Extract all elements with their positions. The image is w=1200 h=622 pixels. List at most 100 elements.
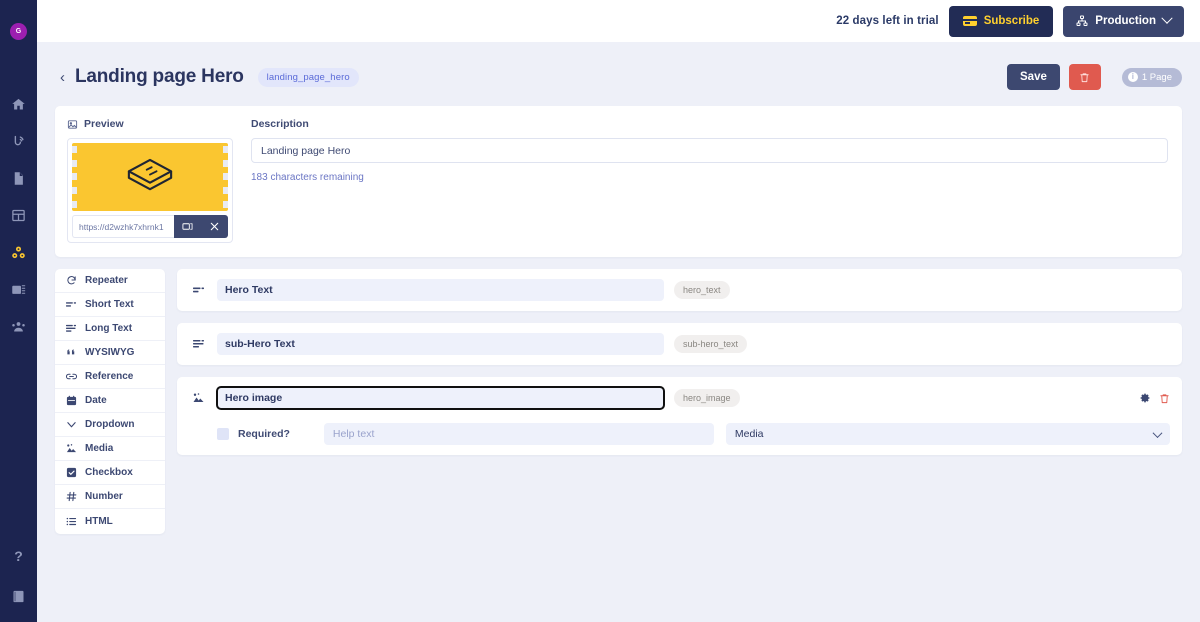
environment-selector[interactable]: Production bbox=[1063, 5, 1184, 37]
credit-card-icon bbox=[962, 16, 977, 26]
back-button[interactable]: ‹ bbox=[60, 70, 65, 85]
field-name-input[interactable] bbox=[216, 386, 665, 410]
field-delete-button[interactable] bbox=[1159, 392, 1170, 405]
sidebar-item-components[interactable] bbox=[0, 234, 37, 271]
field-name-input[interactable] bbox=[217, 279, 664, 301]
link-icon bbox=[65, 371, 77, 382]
pages-count-label: 1 Page bbox=[1141, 71, 1172, 83]
field-type-label: Checkbox bbox=[85, 467, 133, 478]
calendar-icon bbox=[65, 395, 77, 406]
field-slug-badge: hero_text bbox=[674, 281, 730, 299]
slug-badge: landing_page_hero bbox=[257, 67, 359, 87]
field-name-input[interactable] bbox=[217, 333, 664, 355]
short-text-icon bbox=[189, 284, 207, 296]
sidebar-item-media[interactable] bbox=[0, 271, 37, 308]
checkbox-icon bbox=[65, 467, 77, 478]
field-type-label: Dropdown bbox=[85, 419, 135, 430]
main-area: 22 days left in trial Subscribe Producti… bbox=[37, 0, 1200, 622]
field-type-label: WYSIWYG bbox=[85, 347, 135, 358]
components-icon bbox=[12, 246, 25, 259]
description-label: Description bbox=[251, 118, 309, 130]
chevron-down-icon bbox=[1152, 427, 1163, 438]
field-type-media[interactable]: Media bbox=[55, 437, 165, 461]
field-actions bbox=[1139, 392, 1170, 405]
document-icon bbox=[14, 172, 23, 185]
field-type-wysiwyg[interactable]: WYSIWYG bbox=[55, 341, 165, 365]
subscribe-button[interactable]: Subscribe bbox=[948, 5, 1054, 37]
field-list: hero_text bbox=[177, 269, 1182, 455]
expand-image-icon bbox=[182, 223, 193, 230]
sidebar-item-tables[interactable] bbox=[0, 197, 37, 234]
media-icon bbox=[189, 392, 207, 404]
field-type-repeater[interactable]: Repeater bbox=[55, 269, 165, 293]
subscribe-label: Subscribe bbox=[983, 15, 1040, 27]
html-list-icon bbox=[65, 516, 77, 527]
preview-image[interactable] bbox=[72, 143, 228, 211]
close-icon bbox=[210, 222, 219, 231]
perforation-right bbox=[223, 143, 228, 211]
help-text-input[interactable] bbox=[323, 423, 714, 445]
sidebar-item-broadcast[interactable] bbox=[0, 123, 37, 160]
preview-remove-button[interactable] bbox=[201, 215, 228, 238]
top-bar: 22 days left in trial Subscribe Producti… bbox=[37, 0, 1200, 42]
field-type-label: HTML bbox=[85, 515, 113, 527]
field-type-number[interactable]: Number bbox=[55, 485, 165, 509]
preview-url-row: https://d2wzhk7xhrnk1 bbox=[72, 215, 228, 238]
chevron-down-icon bbox=[65, 419, 77, 430]
help-icon[interactable]: ? bbox=[14, 541, 23, 571]
trash-icon bbox=[1160, 393, 1169, 403]
page-title: Landing page Hero bbox=[75, 66, 244, 87]
sidebar-item-documents[interactable] bbox=[0, 160, 37, 197]
field-type-label: Reference bbox=[85, 371, 134, 382]
home-icon bbox=[12, 98, 25, 110]
gear-icon bbox=[1140, 393, 1150, 403]
field-type-select[interactable]: Media bbox=[725, 423, 1170, 445]
field-type-select-value: Media bbox=[734, 428, 764, 440]
field-type-date[interactable]: Date bbox=[55, 389, 165, 413]
field-type-label: Repeater bbox=[85, 275, 128, 286]
long-text-icon bbox=[65, 323, 77, 334]
sidebar-footer: ? bbox=[11, 541, 26, 622]
docs-book-icon[interactable] bbox=[11, 589, 26, 604]
field-type-long-text[interactable]: Long Text bbox=[55, 317, 165, 341]
field-row: hero_text bbox=[189, 279, 1170, 301]
sidebar-item-home[interactable] bbox=[0, 86, 37, 123]
field-settings-panel: Required? Media bbox=[189, 423, 1170, 445]
field-slug-badge: hero_image bbox=[674, 389, 740, 407]
repeater-icon bbox=[65, 275, 77, 286]
page-header: ‹ Landing page Hero landing_page_hero Sa… bbox=[55, 42, 1182, 104]
editor-lower-area: Repeater Short Text Long Text WYSIWYG Re… bbox=[55, 269, 1182, 534]
field-type-dropdown[interactable]: Dropdown bbox=[55, 413, 165, 437]
quote-icon bbox=[65, 347, 77, 358]
perforation-left bbox=[72, 143, 77, 211]
long-text-icon bbox=[189, 338, 207, 350]
chevron-down-icon bbox=[1161, 12, 1173, 24]
delete-button[interactable] bbox=[1068, 64, 1101, 90]
pages-count-badge[interactable]: i 1 Page bbox=[1121, 67, 1182, 87]
save-button[interactable]: Save bbox=[1007, 64, 1060, 90]
field-row: sub-hero_text bbox=[189, 333, 1170, 355]
preview-url-text[interactable]: https://d2wzhk7xhrnk1 bbox=[72, 215, 174, 238]
image-icon bbox=[67, 119, 78, 129]
field-type-html[interactable]: HTML bbox=[55, 509, 165, 533]
field-type-label: Media bbox=[85, 443, 114, 454]
media-icon bbox=[65, 443, 77, 454]
preview-description-card: Preview https://d2wzhk7xhrnk1 Descriptio… bbox=[55, 106, 1182, 257]
field-type-label: Short Text bbox=[85, 299, 134, 310]
description-input[interactable] bbox=[251, 138, 1168, 163]
field-card-hero-text: hero_text bbox=[177, 269, 1182, 311]
short-text-icon bbox=[65, 299, 77, 310]
field-slug-badge: sub-hero_text bbox=[674, 335, 748, 353]
field-settings-button[interactable] bbox=[1139, 392, 1151, 404]
field-type-label: Long Text bbox=[85, 323, 133, 334]
sidebar-item-users[interactable] bbox=[0, 308, 37, 345]
field-type-checkbox[interactable]: Checkbox bbox=[55, 461, 165, 485]
preview-section: Preview https://d2wzhk7xhrnk1 bbox=[67, 118, 235, 243]
required-checkbox[interactable] bbox=[217, 428, 229, 440]
preview-box: https://d2wzhk7xhrnk1 bbox=[67, 138, 233, 243]
avatar[interactable]: G bbox=[10, 23, 27, 40]
preview-expand-button[interactable] bbox=[174, 215, 201, 238]
field-type-short-text[interactable]: Short Text bbox=[55, 293, 165, 317]
field-type-reference[interactable]: Reference bbox=[55, 365, 165, 389]
sidebar-nav bbox=[0, 86, 37, 345]
